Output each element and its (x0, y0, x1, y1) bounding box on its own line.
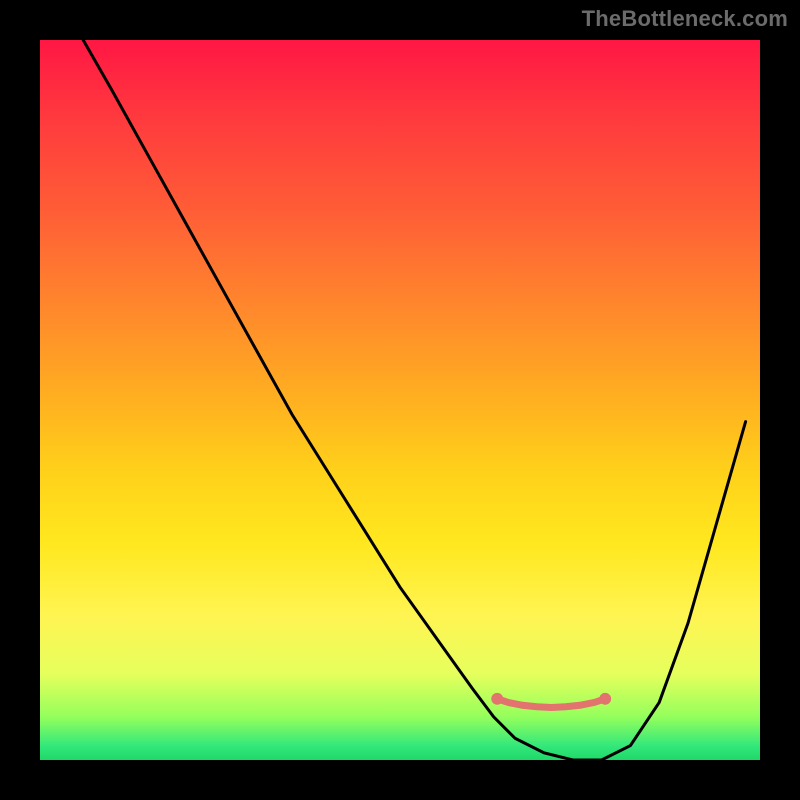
optimal-marker-endcap (599, 693, 611, 705)
watermark-text: TheBottleneck.com (582, 6, 788, 32)
chart-frame: TheBottleneck.com (0, 0, 800, 800)
optimal-marker-endcap (491, 693, 503, 705)
chart-svg (40, 40, 760, 760)
optimal-marker (497, 699, 605, 708)
plot-area (40, 40, 760, 760)
bottleneck-curve (83, 40, 745, 760)
